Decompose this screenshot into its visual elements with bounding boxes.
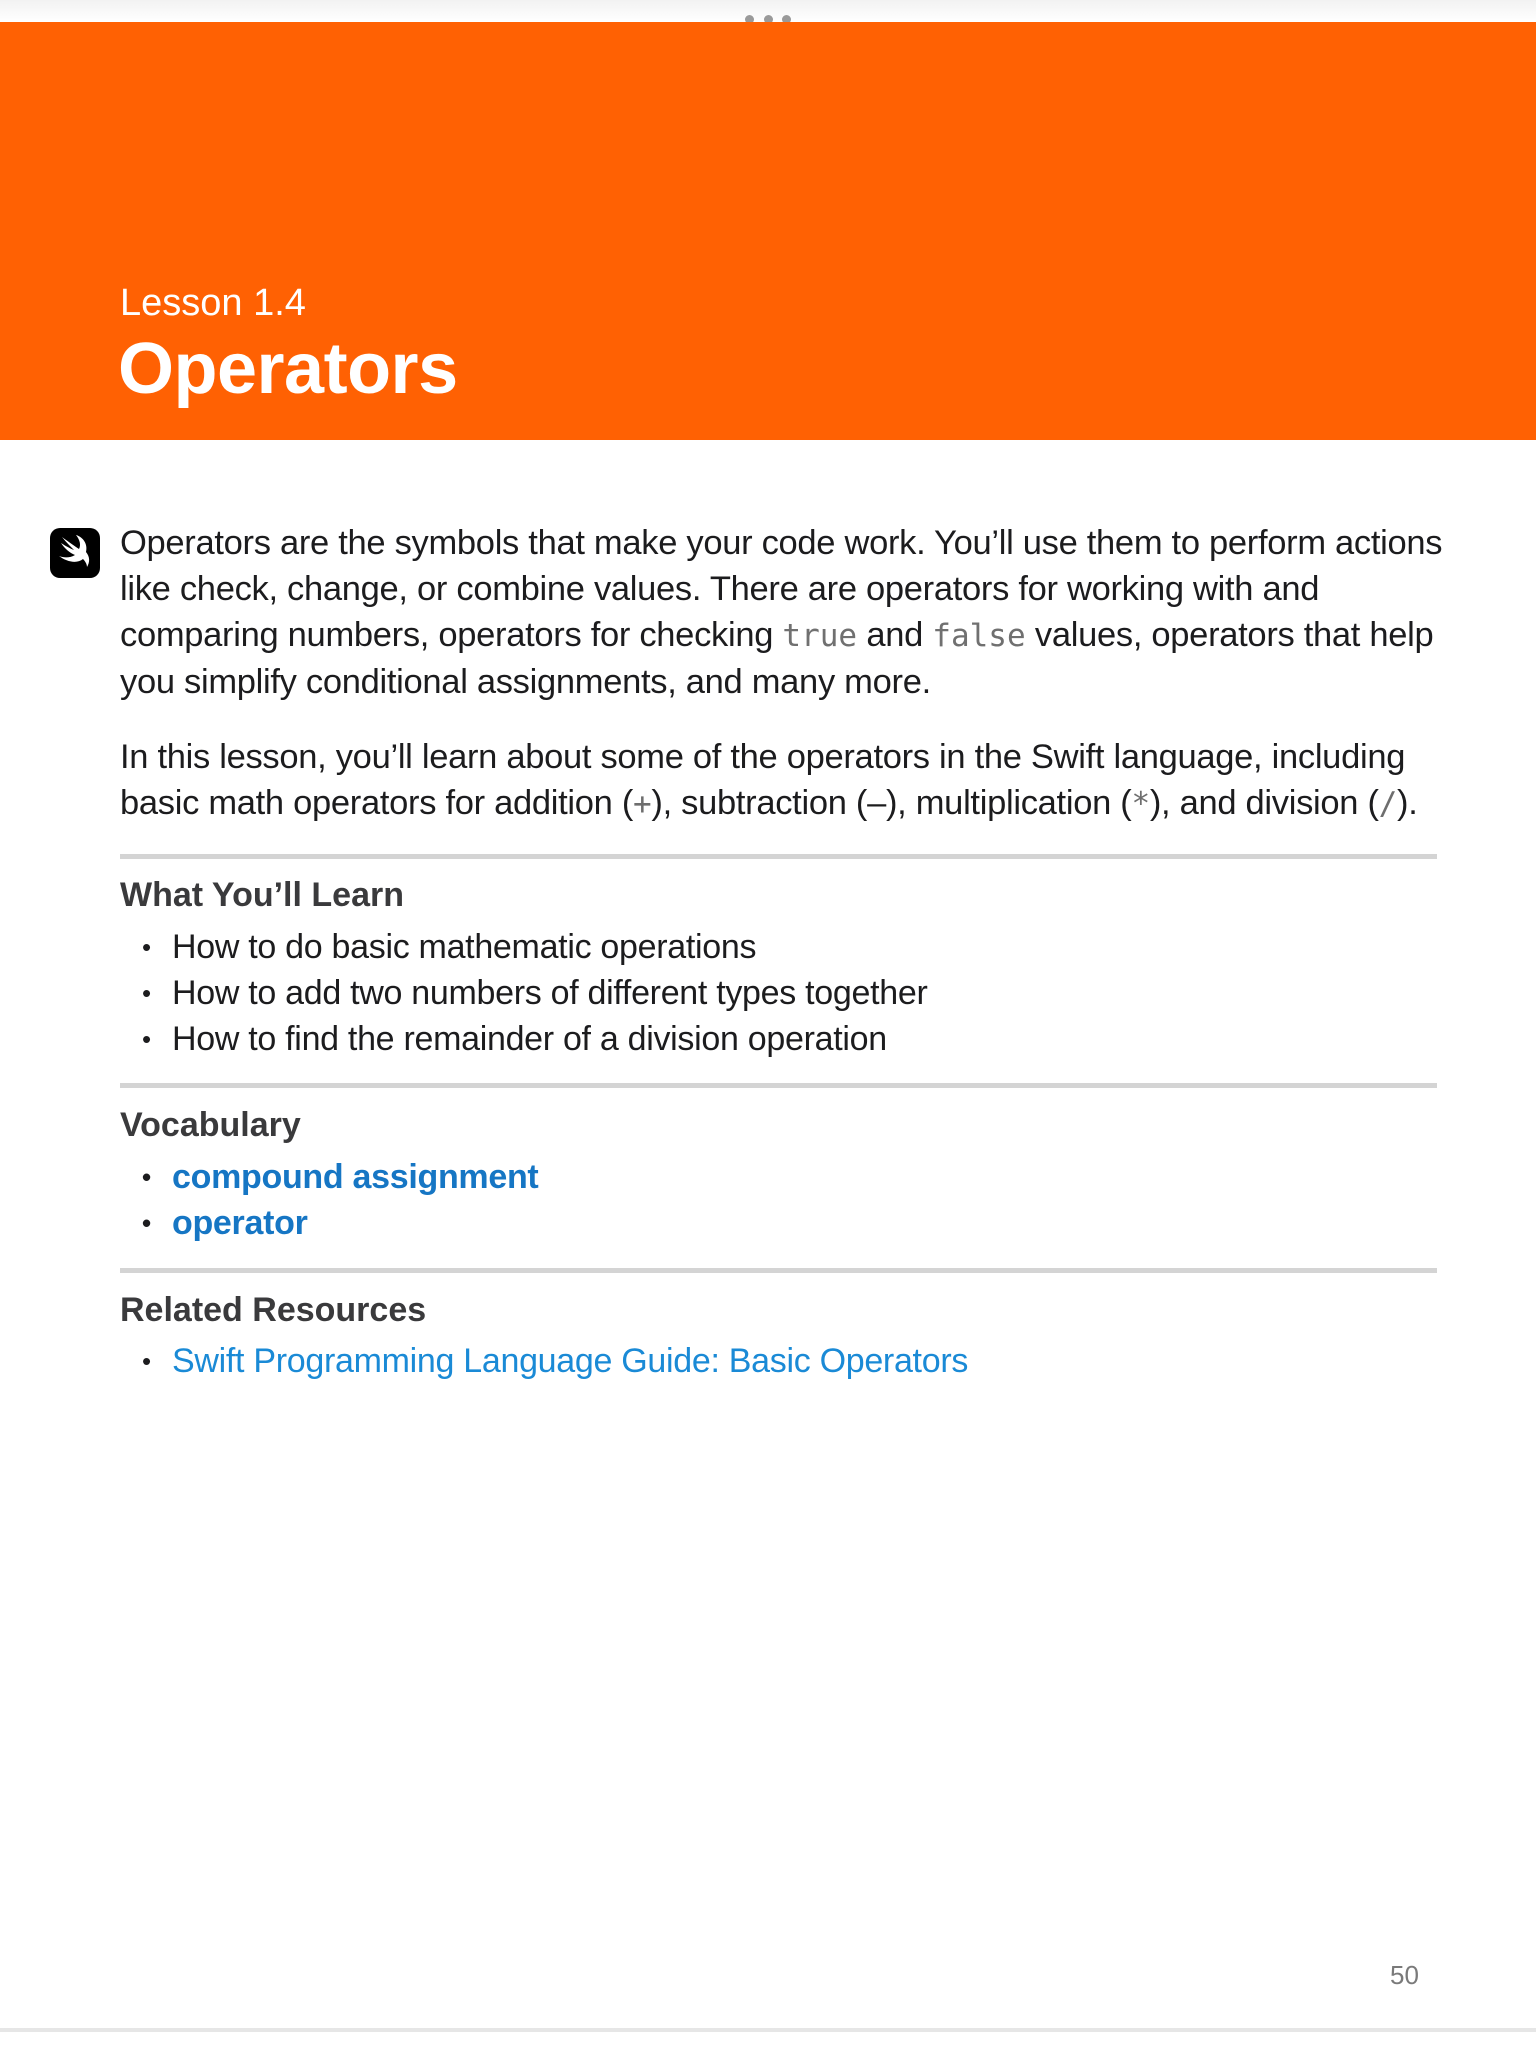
section-divider: [120, 1268, 1437, 1273]
page-number: 50: [1390, 1960, 1419, 1990]
lesson-number: Lesson 1.4: [120, 282, 306, 324]
operator-subtract: –: [867, 784, 886, 822]
resources-heading: Related Resources: [120, 1291, 427, 1329]
summary-text: ), and division (: [1149, 784, 1379, 822]
resources-list: Swift Programming Language Guide: Basic …: [120, 1338, 968, 1384]
vocab-link-compound-assignment[interactable]: compound assignment: [120, 1154, 539, 1200]
intro-paragraph: Operators are the symbols that make your…: [120, 520, 1450, 705]
operator-add: +: [633, 786, 652, 822]
section-divider: [120, 1083, 1437, 1088]
summary-text: ).: [1397, 784, 1418, 822]
lesson-summary-paragraph: In this lesson, you’ll learn about some …: [120, 734, 1450, 827]
swift-bird-icon: [59, 535, 90, 567]
list-item: How to do basic mathematic operations: [120, 924, 927, 970]
lesson-title: Operators: [118, 329, 458, 409]
operator-divide: /: [1378, 786, 1398, 822]
list-item: How to find the remainder of a division …: [120, 1016, 927, 1062]
code-true: true: [782, 618, 858, 654]
page-bottom-edge: [0, 2028, 1536, 2032]
summary-text: ), multiplication (: [885, 784, 1132, 822]
code-false: false: [932, 618, 1026, 654]
learn-list: How to do basic mathematic operations Ho…: [120, 924, 928, 1062]
list-item: How to add two numbers of different type…: [120, 970, 928, 1016]
vocabulary-list: compound assignment operator: [120, 1154, 539, 1246]
resource-link-basic-operators[interactable]: Swift Programming Language Guide: Basic …: [120, 1338, 968, 1384]
vocab-link-operator[interactable]: operator: [120, 1200, 538, 1246]
intro-text: and: [857, 616, 933, 654]
learn-heading: What You’ll Learn: [120, 876, 404, 914]
operator-multiply: *: [1131, 786, 1150, 822]
summary-text: ), subtraction (: [651, 784, 868, 822]
vocabulary-heading: Vocabulary: [120, 1106, 301, 1144]
swift-logo-icon: [50, 528, 100, 578]
section-divider: [120, 854, 1437, 859]
